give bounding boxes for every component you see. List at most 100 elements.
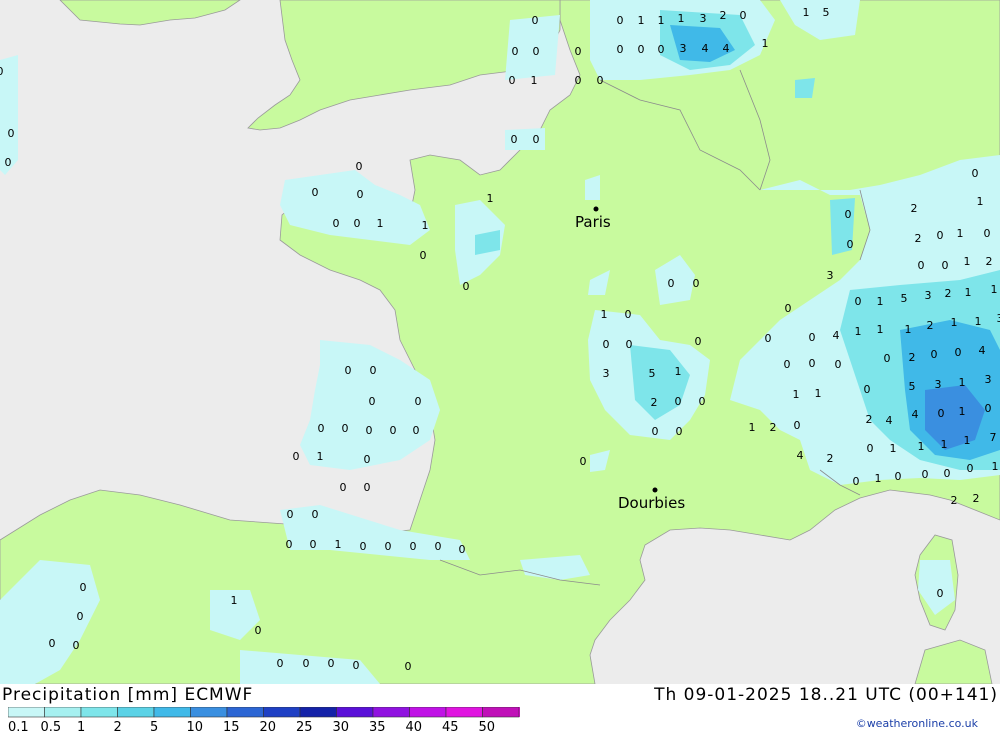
precip-value: 0 <box>413 424 420 437</box>
precip-value: 0 <box>77 610 84 623</box>
legend-label: 25 <box>296 720 313 733</box>
precip-value: 0 <box>73 639 80 652</box>
precip-value: 1 <box>965 286 972 299</box>
precip-value: 1 <box>959 405 966 418</box>
precip-value: 0 <box>675 395 682 408</box>
precip-value: 0 <box>580 455 587 468</box>
legend-swatch <box>299 707 337 718</box>
precip-value: 0 <box>354 217 361 230</box>
precip-value: 0 <box>80 581 87 594</box>
precip-value: 1 <box>531 74 538 87</box>
precip-value: 0 <box>328 657 335 670</box>
precip-value: 0 <box>340 481 347 494</box>
precip-value: 0 <box>533 45 540 58</box>
precip-value: 1 <box>377 217 384 230</box>
precip-value: 1 <box>992 460 999 473</box>
city-label-paris: Paris <box>575 213 611 231</box>
precip-value: 0 <box>369 395 376 408</box>
precip-value: 1 <box>957 227 964 240</box>
precip-value: 0 <box>420 249 427 262</box>
precip-value: 0 <box>509 74 516 87</box>
legend-swatch <box>372 707 410 718</box>
legend-swatch <box>44 707 82 718</box>
precip-value: 0 <box>944 467 951 480</box>
precip-value: 1 <box>941 438 948 451</box>
precip-value: 0 <box>967 462 974 475</box>
precip-value: 0 <box>695 335 702 348</box>
precip-value: 3 <box>603 367 610 380</box>
precip-value: 2 <box>911 202 918 215</box>
precip-value: 0 <box>364 453 371 466</box>
precip-value: 0 <box>512 45 519 58</box>
precip-value: 0 <box>867 442 874 455</box>
precip-value: 0 <box>356 160 363 173</box>
legend-swatch <box>190 707 228 718</box>
legend-label: 20 <box>260 720 277 733</box>
precip-value: 1 <box>675 365 682 378</box>
legend-label: 30 <box>333 720 350 733</box>
precipitation-map[interactable]: 0 0 1 1 1 3 2 011 50 0 0 0 0 0 3 4 410 0 00 00000 0 1 11000000… <box>0 0 1000 684</box>
precip-value: 0 <box>318 422 325 435</box>
precip-value: 0 <box>625 308 632 321</box>
precip-value: 1 <box>977 195 984 208</box>
legend-swatch <box>226 707 264 718</box>
precip-value: 0 <box>699 395 706 408</box>
legend-label: 15 <box>223 720 240 733</box>
legend-label: 40 <box>406 720 423 733</box>
precip-value: 0 <box>293 450 300 463</box>
precip-value: 0 <box>364 481 371 494</box>
legend-label: 10 <box>187 720 204 733</box>
precip-value: 0 <box>765 332 772 345</box>
precip-value: 0 <box>370 364 377 377</box>
precip-value: 0 <box>984 227 991 240</box>
precip-value: 0 <box>287 508 294 521</box>
legend-label: 50 <box>479 720 496 733</box>
precip-value: 0 <box>853 475 860 488</box>
precip-value: 2 <box>909 351 916 364</box>
precip-value: 5 <box>909 380 916 393</box>
legend-label: 45 <box>442 720 459 733</box>
precip-value: 1 <box>317 450 324 463</box>
precip-value: 0 <box>617 43 624 56</box>
precip-value: 1 <box>601 308 608 321</box>
precip-value: 0 <box>784 358 791 371</box>
precip-value: 0 <box>626 338 633 351</box>
precip-value: 0 <box>938 407 945 420</box>
precip-value: 0 <box>845 208 852 221</box>
precip-value: 0 <box>985 402 992 415</box>
legend-label: 0.5 <box>41 720 62 733</box>
precip-value: 0 <box>575 45 582 58</box>
precip-value: 1 <box>951 316 958 329</box>
precip-value: 0 <box>937 229 944 242</box>
precip-value: 0 <box>855 295 862 308</box>
precip-value: 2 <box>951 494 958 507</box>
city-marker-dourbies <box>652 487 658 493</box>
legend-colorbar: 0.1 0.5 1 2 5 10 15 20 25 30 35 40 45 50 <box>8 707 520 733</box>
legend-arrow <box>519 707 520 717</box>
precip-value: 0 <box>603 338 610 351</box>
precip-value: 7 <box>990 431 997 444</box>
precip-value: 4 <box>912 408 919 421</box>
precip-value: 1 <box>877 323 884 336</box>
legend-swatch <box>336 707 374 718</box>
precip-value: 0 <box>342 422 349 435</box>
product-title: Precipitation [mm] ECMWF <box>2 685 254 705</box>
precip-value: 0 <box>809 357 816 370</box>
legend-swatch <box>8 707 45 718</box>
precip-value: 1 <box>959 376 966 389</box>
precip-value: 1 <box>803 6 810 19</box>
precip-value: 2 <box>866 413 873 426</box>
precip-value: 2 <box>945 287 952 300</box>
legend-swatch <box>263 707 301 718</box>
precip-value: 0 <box>310 538 317 551</box>
city-label-dourbies: Dourbies <box>618 494 685 512</box>
precip-value: 1 <box>678 12 685 25</box>
precip-value: 0 <box>918 259 925 272</box>
credit-link[interactable]: ©weatheronline.co.uk <box>856 717 978 730</box>
precip-value: 0 <box>463 280 470 293</box>
precip-value: 0 <box>511 133 518 146</box>
precip-value: 0 <box>303 657 310 670</box>
legend-swatch <box>482 707 520 718</box>
legend-swatch <box>445 707 483 718</box>
precip-value: 0 <box>532 14 539 27</box>
